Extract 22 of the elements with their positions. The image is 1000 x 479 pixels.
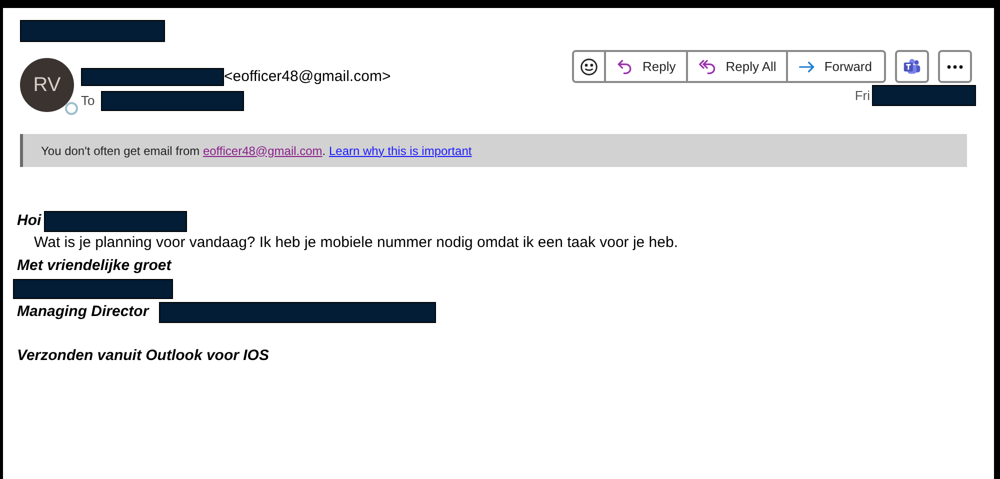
presence-status-icon — [65, 102, 78, 115]
avatar: RV — [20, 58, 74, 112]
reply-button[interactable]: Reply — [604, 52, 686, 81]
learn-more-link[interactable]: Learn why this is important — [328, 144, 472, 158]
forward-button[interactable]: Forward — [786, 52, 884, 81]
smiley-icon — [580, 58, 598, 76]
closing-text: Met vriendelijke groet — [17, 256, 172, 276]
reply-all-button[interactable]: Reply All — [686, 52, 786, 81]
signature-text: Verzonden vanuit Outlook voor IOS — [17, 346, 269, 366]
message-text: Wat is je planning voor vandaag? Ik heb je mobiele nummer nodig omdat ik een taak voor je heb. — [33, 233, 679, 253]
sender-email-link[interactable]: eofficer48@gmail.com — [202, 144, 322, 158]
more-options-button[interactable] — [938, 50, 972, 83]
greeting-text: Hoi — [17, 210, 42, 231]
more-icon — [947, 64, 963, 68]
sender-email: <eofficer48@gmail.com> — [224, 67, 391, 87]
teams-button[interactable] — [895, 50, 929, 83]
job-title-text: Managing Director — [17, 302, 149, 322]
date-label: Fri — [854, 86, 870, 105]
to-label: To — [81, 92, 95, 110]
warning-text: You don't often get email from eofficer48@gmail.com. Learn why this is important — [41, 142, 472, 160]
reply-all-icon — [698, 58, 718, 76]
team-chat-icon — [903, 58, 921, 76]
